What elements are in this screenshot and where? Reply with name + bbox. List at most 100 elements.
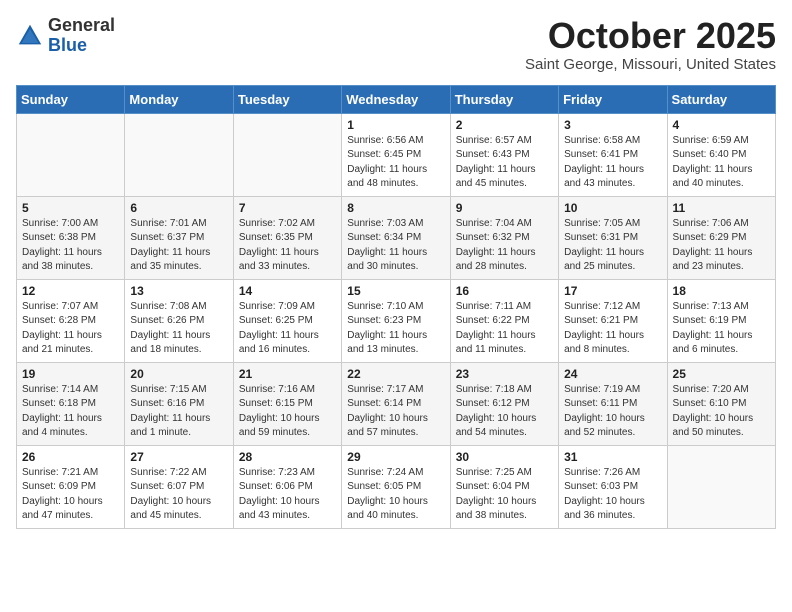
day-info: Sunrise: 7:10 AM Sunset: 6:23 PM Dayligh… (347, 300, 444, 358)
day-info: Sunrise: 7:05 AM Sunset: 6:31 PM Dayligh… (564, 217, 661, 275)
day-info: Sunrise: 7:08 AM Sunset: 6:26 PM Dayligh… (130, 300, 227, 358)
day-number: 24 (564, 367, 661, 381)
calendar-day-cell: 24 Sunrise: 7:19 AM Sunset: 6:11 PM Dayli… (559, 362, 667, 445)
day-number: 20 (130, 367, 227, 381)
day-info: Sunrise: 7:24 AM Sunset: 6:05 PM Dayligh… (347, 466, 444, 524)
day-info: Sunrise: 7:02 AM Sunset: 6:35 PM Dayligh… (239, 217, 336, 275)
day-number: 5 (22, 201, 119, 215)
calendar-day-cell (667, 445, 775, 528)
day-number: 4 (673, 118, 770, 132)
calendar-day-cell: 27Sunrise: 7:22 AM Sunset: 6:07 PM Dayli… (125, 445, 233, 528)
calendar-subtitle: Saint George, Missouri, United States (525, 56, 776, 73)
day-number: 2 (456, 118, 553, 132)
day-number: 1 (347, 118, 444, 132)
day-number: 19 (22, 367, 119, 381)
day-info: Sunrise: 7:19 AM Sunset: 6:11 PM Dayligh… (564, 383, 661, 441)
day-number: 23 (456, 367, 553, 381)
calendar-day-cell: 1 Sunrise: 6:56 AM Sunset: 6:45 PM Daylig… (342, 113, 450, 196)
day-info: Sunrise: 6:57 AM Sunset: 6:43 PM Dayligh… (456, 134, 553, 192)
weekday-header-sunday: Sunday (17, 85, 125, 113)
calendar-day-cell: 17 Sunrise: 7:12 AM Sunset: 6:21 PM Dayli… (559, 279, 667, 362)
calendar-day-cell: 18Sunrise: 7:13 AM Sunset: 6:19 PM Dayli… (667, 279, 775, 362)
calendar-day-cell: 9 Sunrise: 7:04 AM Sunset: 6:32 PM Daylig… (450, 196, 558, 279)
day-number: 17 (564, 284, 661, 298)
calendar-day-cell: 30 Sunrise: 7:25 AM Sunset: 6:04 PM Dayli… (450, 445, 558, 528)
calendar-day-cell: 23 Sunrise: 7:18 AM Sunset: 6:12 PM Dayli… (450, 362, 558, 445)
day-info: Sunrise: 7:06 AM Sunset: 6:29 PM Dayligh… (673, 217, 770, 275)
day-info: Sunrise: 7:15 AM Sunset: 6:16 PM Dayligh… (130, 383, 227, 441)
calendar-day-cell: 31Sunrise: 7:26 AM Sunset: 6:03 PM Dayli… (559, 445, 667, 528)
calendar-day-cell: 13 Sunrise: 7:08 AM Sunset: 6:26 PM Dayli… (125, 279, 233, 362)
day-number: 10 (564, 201, 661, 215)
day-number: 9 (456, 201, 553, 215)
day-number: 29 (347, 450, 444, 464)
day-number: 6 (130, 201, 227, 215)
day-info: Sunrise: 7:04 AM Sunset: 6:32 PM Dayligh… (456, 217, 553, 275)
day-info: Sunrise: 7:18 AM Sunset: 6:12 PM Dayligh… (456, 383, 553, 441)
calendar-day-cell: 26 Sunrise: 7:21 AM Sunset: 6:09 PM Dayli… (17, 445, 125, 528)
day-info: Sunrise: 6:59 AM Sunset: 6:40 PM Dayligh… (673, 134, 770, 192)
day-number: 13 (130, 284, 227, 298)
calendar-day-cell: 28Sunrise: 7:23 AM Sunset: 6:06 PM Dayli… (233, 445, 341, 528)
calendar-day-cell: 16 Sunrise: 7:11 AM Sunset: 6:22 PM Dayli… (450, 279, 558, 362)
calendar-header: SundayMondayTuesdayWednesdayThursdayFrid… (17, 85, 776, 113)
calendar-day-cell: 12 Sunrise: 7:07 AM Sunset: 6:28 PM Dayli… (17, 279, 125, 362)
calendar-day-cell: 6 Sunrise: 7:01 AM Sunset: 6:37 PM Daylig… (125, 196, 233, 279)
day-info: Sunrise: 6:56 AM Sunset: 6:45 PM Dayligh… (347, 134, 444, 192)
day-number: 22 (347, 367, 444, 381)
day-info: Sunrise: 7:22 AM Sunset: 6:07 PM Dayligh… (130, 466, 227, 524)
calendar-day-cell: 10 Sunrise: 7:05 AM Sunset: 6:31 PM Dayli… (559, 196, 667, 279)
calendar-day-cell: 20 Sunrise: 7:15 AM Sunset: 6:16 PM Dayli… (125, 362, 233, 445)
calendar-day-cell: 3Sunrise: 6:58 AM Sunset: 6:41 PM Daylig… (559, 113, 667, 196)
day-info: Sunrise: 7:25 AM Sunset: 6:04 PM Dayligh… (456, 466, 553, 524)
day-info: Sunrise: 7:17 AM Sunset: 6:14 PM Dayligh… (347, 383, 444, 441)
day-info: Sunrise: 7:20 AM Sunset: 6:10 PM Dayligh… (673, 383, 770, 441)
day-info: Sunrise: 7:09 AM Sunset: 6:25 PM Dayligh… (239, 300, 336, 358)
calendar-day-cell: 25 Sunrise: 7:20 AM Sunset: 6:10 PM Dayli… (667, 362, 775, 445)
calendar-day-cell: 19 Sunrise: 7:14 AM Sunset: 6:18 PM Dayli… (17, 362, 125, 445)
calendar-day-cell (125, 113, 233, 196)
day-number: 12 (22, 284, 119, 298)
calendar-day-cell: 7Sunrise: 7:02 AM Sunset: 6:35 PM Daylig… (233, 196, 341, 279)
day-info: Sunrise: 7:03 AM Sunset: 6:34 PM Dayligh… (347, 217, 444, 275)
day-info: Sunrise: 7:13 AM Sunset: 6:19 PM Dayligh… (673, 300, 770, 358)
calendar-day-cell: 8 Sunrise: 7:03 AM Sunset: 6:34 PM Daylig… (342, 196, 450, 279)
day-info: Sunrise: 6:58 AM Sunset: 6:41 PM Dayligh… (564, 134, 661, 192)
calendar-week-row: 26 Sunrise: 7:21 AM Sunset: 6:09 PM Dayli… (17, 445, 776, 528)
calendar-week-row: 5Sunrise: 7:00 AM Sunset: 6:38 PM Daylig… (17, 196, 776, 279)
calendar-day-cell: 11 Sunrise: 7:06 AM Sunset: 6:29 PM Dayli… (667, 196, 775, 279)
day-info: Sunrise: 7:12 AM Sunset: 6:21 PM Dayligh… (564, 300, 661, 358)
calendar-day-cell: 29 Sunrise: 7:24 AM Sunset: 6:05 PM Dayli… (342, 445, 450, 528)
day-number: 14 (239, 284, 336, 298)
weekday-header-friday: Friday (559, 85, 667, 113)
calendar-table: SundayMondayTuesdayWednesdayThursdayFrid… (16, 85, 776, 529)
day-number: 15 (347, 284, 444, 298)
weekday-header-monday: Monday (125, 85, 233, 113)
calendar-day-cell: 5Sunrise: 7:00 AM Sunset: 6:38 PM Daylig… (17, 196, 125, 279)
day-info: Sunrise: 7:21 AM Sunset: 6:09 PM Dayligh… (22, 466, 119, 524)
day-info: Sunrise: 7:14 AM Sunset: 6:18 PM Dayligh… (22, 383, 119, 441)
logo: General Blue (16, 16, 115, 56)
day-info: Sunrise: 7:26 AM Sunset: 6:03 PM Dayligh… (564, 466, 661, 524)
day-number: 11 (673, 201, 770, 215)
day-info: Sunrise: 7:07 AM Sunset: 6:28 PM Dayligh… (22, 300, 119, 358)
day-number: 21 (239, 367, 336, 381)
day-info: Sunrise: 7:11 AM Sunset: 6:22 PM Dayligh… (456, 300, 553, 358)
day-number: 8 (347, 201, 444, 215)
day-number: 26 (22, 450, 119, 464)
calendar-day-cell: 15 Sunrise: 7:10 AM Sunset: 6:23 PM Dayli… (342, 279, 450, 362)
page-header: General Blue October 2025 Saint George, … (16, 16, 776, 73)
calendar-title: October 2025 (525, 16, 776, 56)
day-info: Sunrise: 7:16 AM Sunset: 6:15 PM Dayligh… (239, 383, 336, 441)
day-number: 30 (456, 450, 553, 464)
logo-text: General Blue (48, 16, 115, 56)
weekday-header-row: SundayMondayTuesdayWednesdayThursdayFrid… (17, 85, 776, 113)
day-number: 25 (673, 367, 770, 381)
day-number: 16 (456, 284, 553, 298)
day-info: Sunrise: 7:01 AM Sunset: 6:37 PM Dayligh… (130, 217, 227, 275)
calendar-week-row: 19 Sunrise: 7:14 AM Sunset: 6:18 PM Dayli… (17, 362, 776, 445)
title-block: October 2025 Saint George, Missouri, Uni… (525, 16, 776, 73)
calendar-day-cell (233, 113, 341, 196)
calendar-day-cell: 22 Sunrise: 7:17 AM Sunset: 6:14 PM Dayli… (342, 362, 450, 445)
calendar-day-cell: 21 Sunrise: 7:16 AM Sunset: 6:15 PM Dayli… (233, 362, 341, 445)
